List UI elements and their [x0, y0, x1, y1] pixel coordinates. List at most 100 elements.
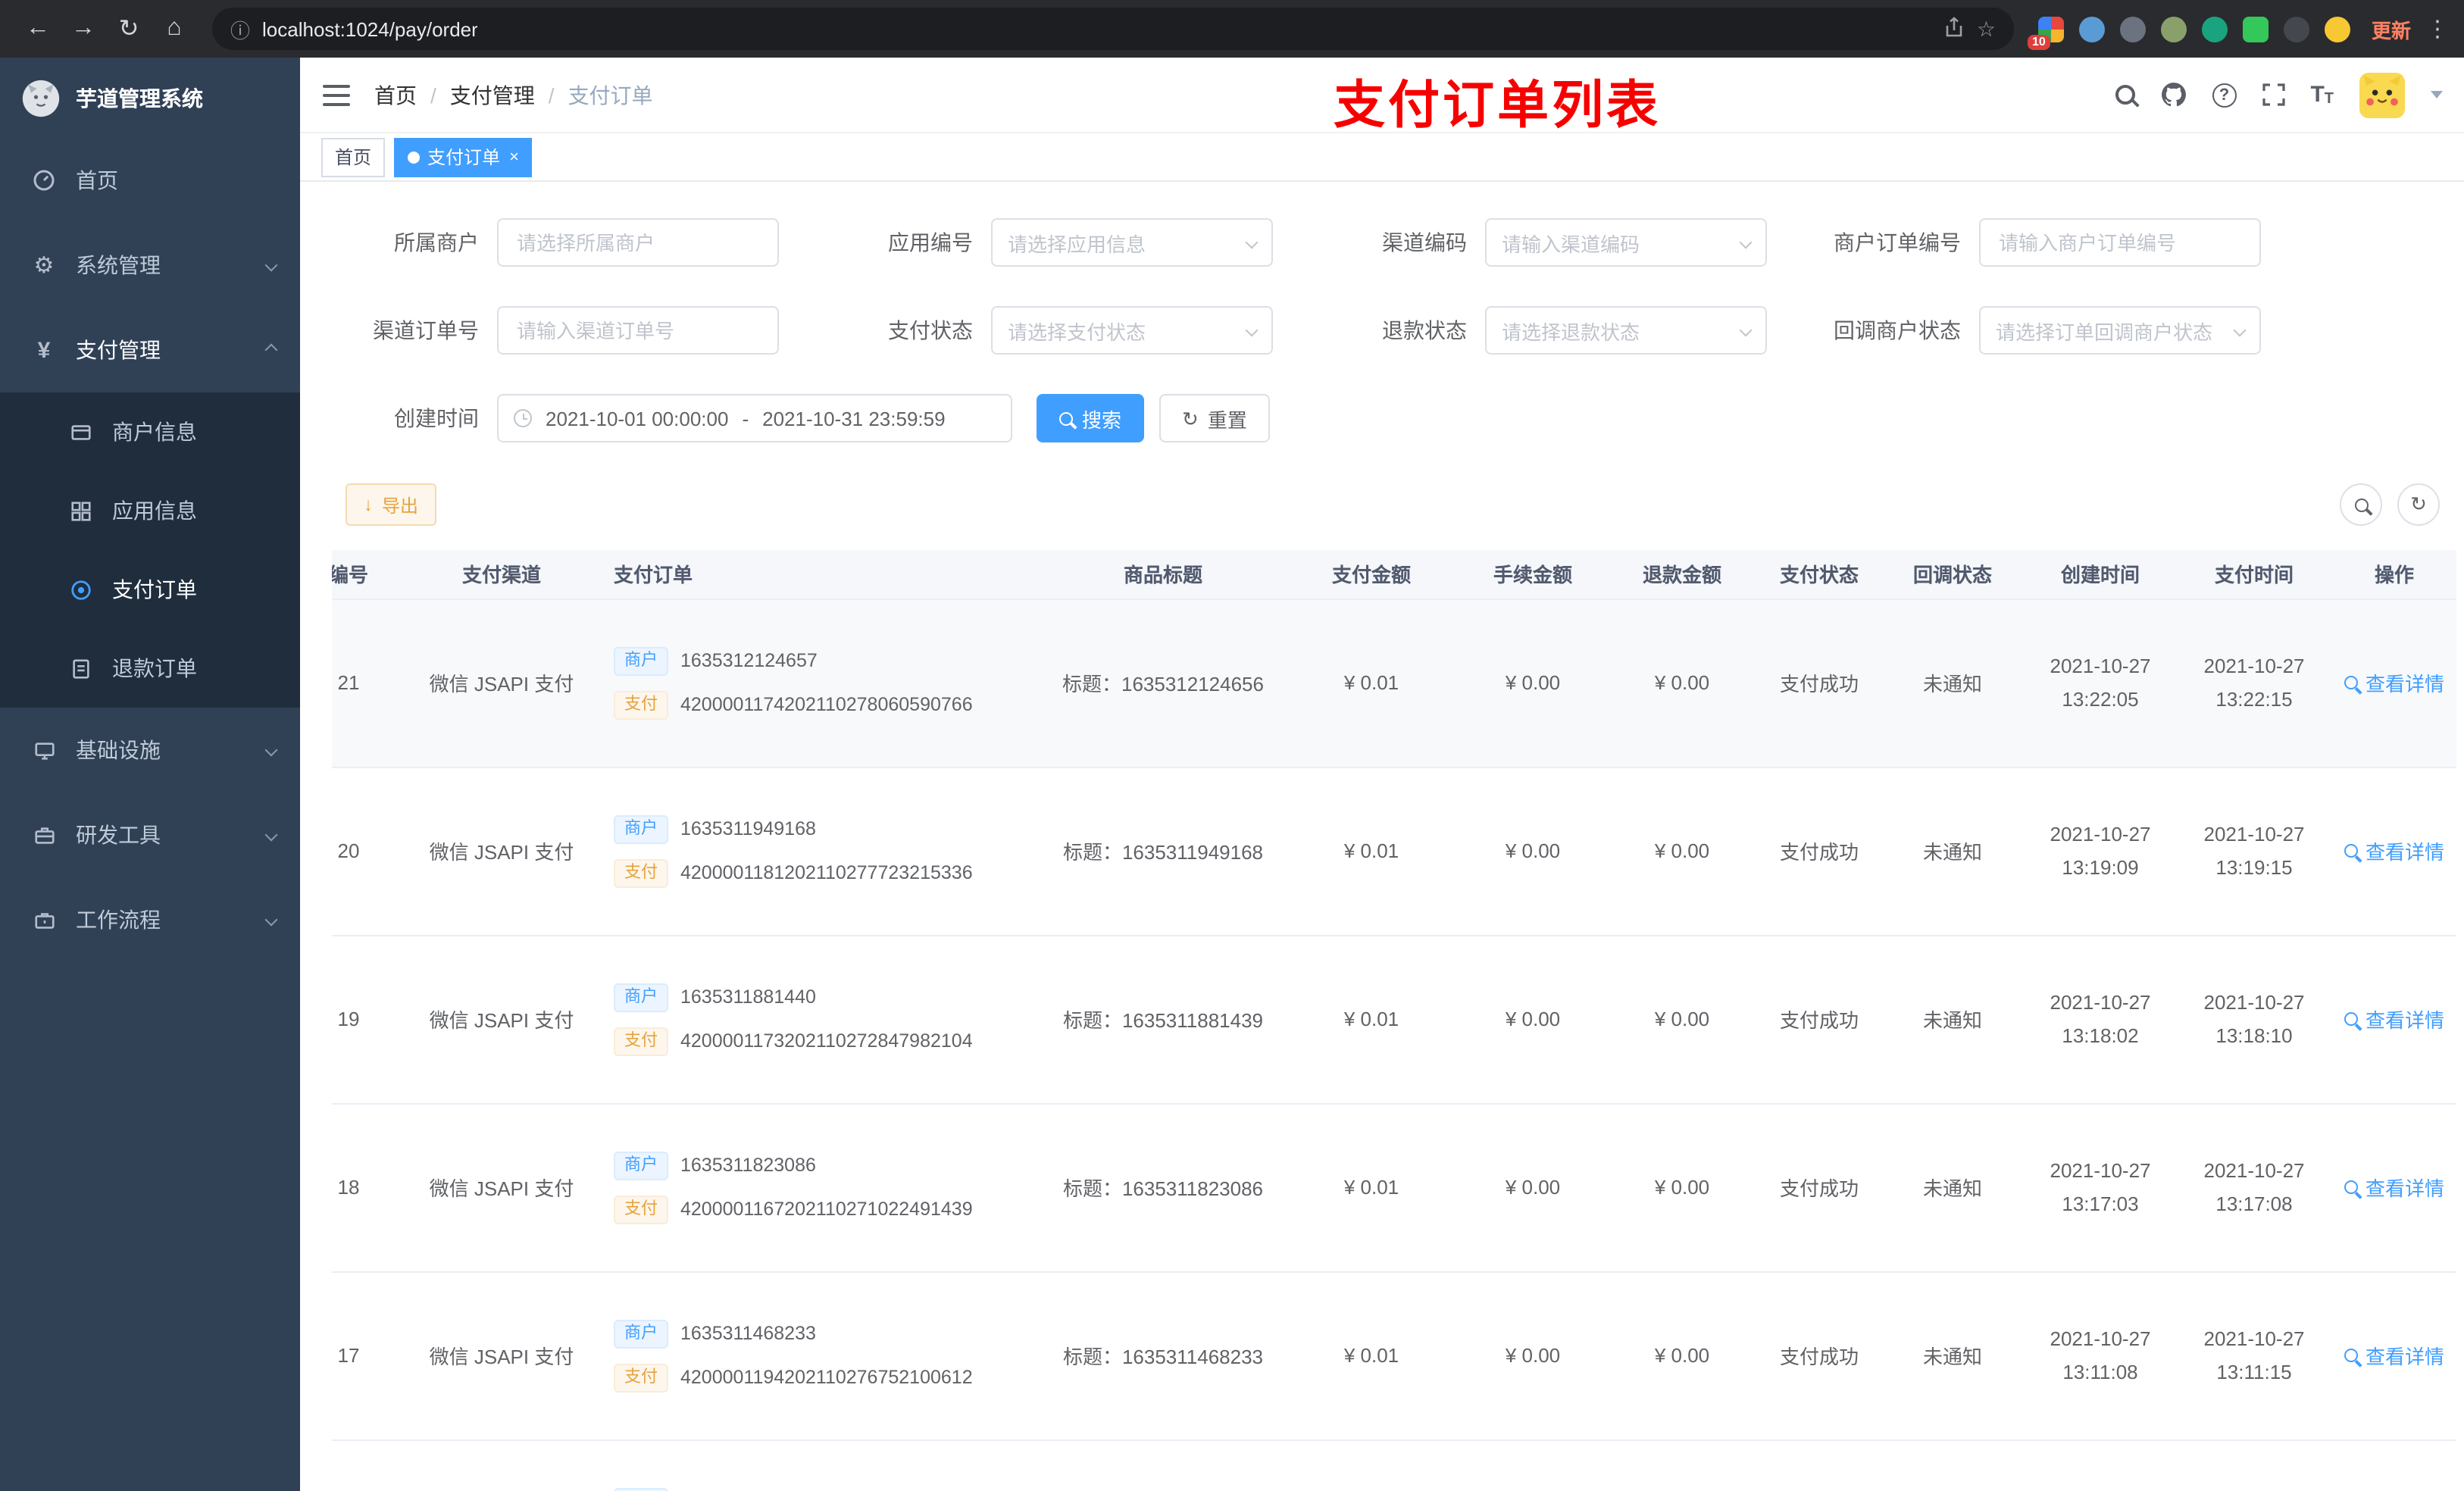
view-detail-link[interactable]: 查看详情: [2344, 836, 2444, 865]
share-icon[interactable]: [1945, 16, 1965, 42]
fullscreen-icon[interactable]: [2262, 83, 2285, 106]
cell-create-time: 2021-10-27 13:11:08: [2023, 1271, 2178, 1440]
address-bar[interactable]: ⓘ localhost:1024/pay/order ☆: [212, 8, 2014, 50]
col-amount: 支付金额: [1285, 550, 1458, 599]
page-title-annotation: 支付订单列表: [1334, 77, 1661, 135]
cell-title: [1041, 1439, 1285, 1491]
channel-order-no-input[interactable]: [497, 306, 779, 355]
search-button[interactable]: 搜索: [1037, 394, 1145, 442]
order-table-wrap: 编号 支付渠道 支付订单 商品标题 支付金额 手续金额 退款金额 支付状态 回调…: [332, 550, 2456, 1491]
browser-update-button[interactable]: 更新: [2372, 14, 2411, 43]
sidebar-item-system[interactable]: ⚙ 系统管理: [0, 223, 300, 308]
search-icon: [1059, 411, 1073, 425]
field-refund-status: 退款状态 请选择退款状态: [1306, 306, 1785, 355]
cell-status: [1756, 1439, 1882, 1491]
cell-status: 支付成功: [1756, 1271, 1882, 1440]
pay-tag: 支付: [614, 858, 668, 887]
tag-home[interactable]: 首页: [321, 137, 386, 177]
chevron-down-icon: [264, 828, 278, 842]
browser-window: ← → ↻ ⌂ ⓘ localhost:1024/pay/order ☆ 10 …: [0, 0, 2464, 1491]
sidebar-item-app-info[interactable]: 应用信息: [0, 471, 300, 550]
notify-status-select[interactable]: 请选择订单回调商户状态: [1979, 306, 2261, 355]
export-button[interactable]: ↓ 导出: [346, 483, 437, 526]
reload-button[interactable]: ↻: [106, 6, 152, 52]
cell-fee: [1458, 1439, 1608, 1491]
sidebar-item-payment[interactable]: ¥ 支付管理: [0, 308, 300, 392]
face-extension-icon[interactable]: [2324, 16, 2350, 42]
view-detail-link[interactable]: 查看详情: [2344, 1005, 2444, 1033]
pin-extension-icon[interactable]: [2283, 16, 2309, 42]
chevron-down-icon: [264, 743, 278, 757]
col-channel: 支付渠道: [402, 550, 602, 599]
cell-notify: 未通知: [1882, 1271, 2023, 1440]
owner-merchant-input[interactable]: [497, 218, 779, 267]
browser-menu-icon[interactable]: ⋮: [2426, 15, 2449, 42]
globe-extension-icon[interactable]: [2119, 16, 2146, 42]
home-button[interactable]: ⌂: [152, 6, 197, 52]
site-info-icon[interactable]: ⓘ: [230, 14, 250, 43]
breadcrumb-pay-management[interactable]: 支付管理: [450, 80, 535, 110]
search-icon[interactable]: [2115, 85, 2135, 105]
sidebar-item-devtools[interactable]: 研发工具: [0, 792, 300, 877]
app-title: 芋道管理系统: [76, 86, 203, 110]
green-square-extension-icon[interactable]: [2242, 16, 2269, 42]
top-navbar: 首页 / 支付管理 / 支付订单 支付订单列表 ? TT: [300, 58, 2464, 135]
channel-code-select[interactable]: 请输入渠道编码: [1485, 218, 1767, 267]
github-icon[interactable]: [2160, 82, 2186, 108]
cell-pay-time: 2021-10-27 13:18:10: [2178, 935, 2331, 1104]
chevron-up-icon: [264, 343, 278, 357]
view-detail-link[interactable]: 查看详情: [2344, 1173, 2444, 1202]
drop-extension-icon[interactable]: [2078, 16, 2105, 42]
font-size-icon[interactable]: TT: [2310, 82, 2334, 108]
col-fee: 手续金额: [1458, 550, 1608, 599]
reset-button[interactable]: ↻ 重置: [1159, 394, 1270, 442]
table-row: 18 微信 JSAPI 支付 商户 1635311823086 支付 42000…: [332, 1103, 2456, 1272]
cell-fee: ¥ 0.00: [1458, 599, 1608, 767]
cell-create-time: 2021-10-27 13:18:02: [2023, 935, 2178, 1104]
sidebar-item-infra[interactable]: 基础设施: [0, 708, 300, 792]
breadcrumb-home[interactable]: 首页: [374, 80, 417, 110]
monitor-icon: [30, 739, 58, 761]
toolbox-icon: [30, 824, 58, 846]
user-avatar[interactable]: [2359, 72, 2405, 117]
toggle-search-button[interactable]: [2340, 483, 2382, 526]
pay-status-select[interactable]: 请选择支付状态: [991, 306, 1273, 355]
bookmark-star-icon[interactable]: ☆: [1977, 16, 1996, 42]
view-detail-link[interactable]: 查看详情: [2344, 668, 2444, 697]
cell-refund: ¥ 0.00: [1608, 599, 1756, 767]
back-button[interactable]: ←: [15, 6, 61, 52]
refresh-table-button[interactable]: ↻: [2397, 483, 2440, 526]
sidebar-item-pay-order[interactable]: 支付订单: [0, 550, 300, 629]
merchant-order-no-input[interactable]: [1979, 218, 2261, 267]
logo-avatar: [21, 78, 61, 117]
cell-status: 支付成功: [1756, 935, 1882, 1104]
cell-amount: ¥ 0.01: [1285, 599, 1458, 767]
cell-amount: ¥ 0.01: [1285, 935, 1458, 1104]
payment-submenu: 商户信息 应用信息 支付订单 退款订单: [0, 392, 300, 708]
forward-button[interactable]: →: [61, 6, 106, 52]
col-title: 商品标题: [1041, 550, 1285, 599]
refund-status-select[interactable]: 请选择退款状态: [1485, 306, 1767, 355]
tag-pay-order[interactable]: 支付订单 ×: [394, 137, 533, 177]
logo: 芋道管理系统: [0, 58, 300, 138]
hamburger-icon[interactable]: [323, 84, 350, 105]
cell-channel: [402, 1439, 602, 1491]
cell-order: 商户 1635311517126 支付: [602, 1439, 1041, 1491]
sidebar-item-home[interactable]: 首页: [0, 138, 300, 223]
sidebar-item-workflow[interactable]: 工作流程: [0, 877, 300, 962]
cell-amount: ¥ 0.01: [1285, 1103, 1458, 1272]
help-icon[interactable]: ?: [2212, 83, 2237, 107]
sidebar-item-refund-order[interactable]: 退款订单: [0, 629, 300, 708]
palette-extension-icon[interactable]: 10: [2027, 16, 2064, 49]
close-tag-icon[interactable]: ×: [509, 148, 519, 166]
app-no-select[interactable]: 请选择应用信息: [991, 218, 1273, 267]
create-time-range-input[interactable]: 2021-10-01 00:00:00 - 2021-10-31 23:59:5…: [497, 394, 1012, 442]
chatgpt-extension-icon[interactable]: [2201, 16, 2228, 42]
user-menu-caret-icon[interactable]: [2431, 91, 2443, 98]
range-end: 2021-10-31 23:59:59: [762, 407, 946, 430]
ring-extension-icon[interactable]: [2160, 16, 2187, 42]
sidebar-item-merchant-info[interactable]: 商户信息: [0, 392, 300, 471]
chevron-down-icon: [1739, 324, 1753, 337]
col-action: 操作: [2331, 550, 2456, 599]
view-detail-link[interactable]: 查看详情: [2344, 1341, 2444, 1370]
